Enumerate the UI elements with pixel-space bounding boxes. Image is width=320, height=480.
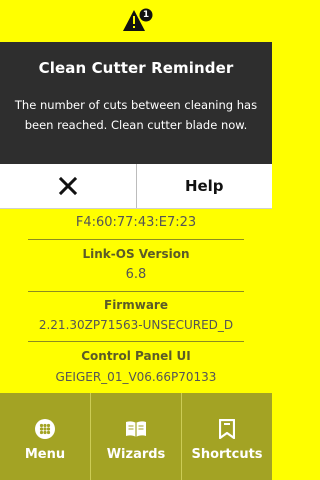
shortcuts-label: Shortcuts [191, 447, 263, 462]
bottom-nav: Menu Wizards Shortcuts [0, 393, 272, 480]
dialog-title: Clean Cutter Reminder [38, 59, 234, 77]
shortcuts-button[interactable]: Shortcuts [181, 393, 272, 480]
help-button[interactable]: Help [135, 164, 273, 208]
close-button[interactable] [0, 164, 136, 208]
link-os-label: Link-OS Version [82, 247, 190, 261]
book-icon [125, 419, 147, 439]
divider [28, 291, 244, 292]
printer-info-panel[interactable]: F4:60:77:43:E7:23 Link-OS Version 6.8 Fi… [0, 209, 272, 393]
menu-label: Menu [24, 447, 66, 462]
dialog-message: The number of cuts between cleaning has … [6, 95, 266, 135]
mac-address-value: F4:60:77:43:E7:23 [75, 215, 197, 230]
divider [28, 341, 244, 342]
firmware-label: Firmware [104, 298, 168, 312]
dialog-message-line-2: been reached. Clean cutter blade now. [24, 118, 248, 132]
menu-button[interactable]: Menu [0, 393, 90, 480]
menu-grid-icon [35, 419, 55, 439]
firmware-value: 2.21.30ZP71563-UNSECURED_D [38, 318, 234, 332]
warning-icon[interactable]: 1 [122, 6, 154, 36]
dialog-message-line-1: The number of cuts between cleaning has [14, 98, 258, 112]
close-icon [58, 176, 77, 196]
control-panel-value: GEIGER_01_V06.66P70133 [55, 370, 217, 384]
notification-badge-count: 1 [142, 10, 150, 20]
status-bar: 1 [0, 0, 272, 42]
reminder-dialog: Clean Cutter Reminder The number of cuts… [0, 42, 272, 164]
divider [28, 239, 244, 240]
wizards-label: Wizards [106, 447, 166, 462]
wizards-button[interactable]: Wizards [90, 393, 181, 480]
help-button-label: Help [184, 177, 224, 195]
link-os-value: 6.8 [125, 267, 147, 282]
control-panel-label: Control Panel UI [81, 349, 191, 363]
dialog-actions: Help [0, 164, 272, 209]
bookmark-icon [219, 419, 235, 439]
